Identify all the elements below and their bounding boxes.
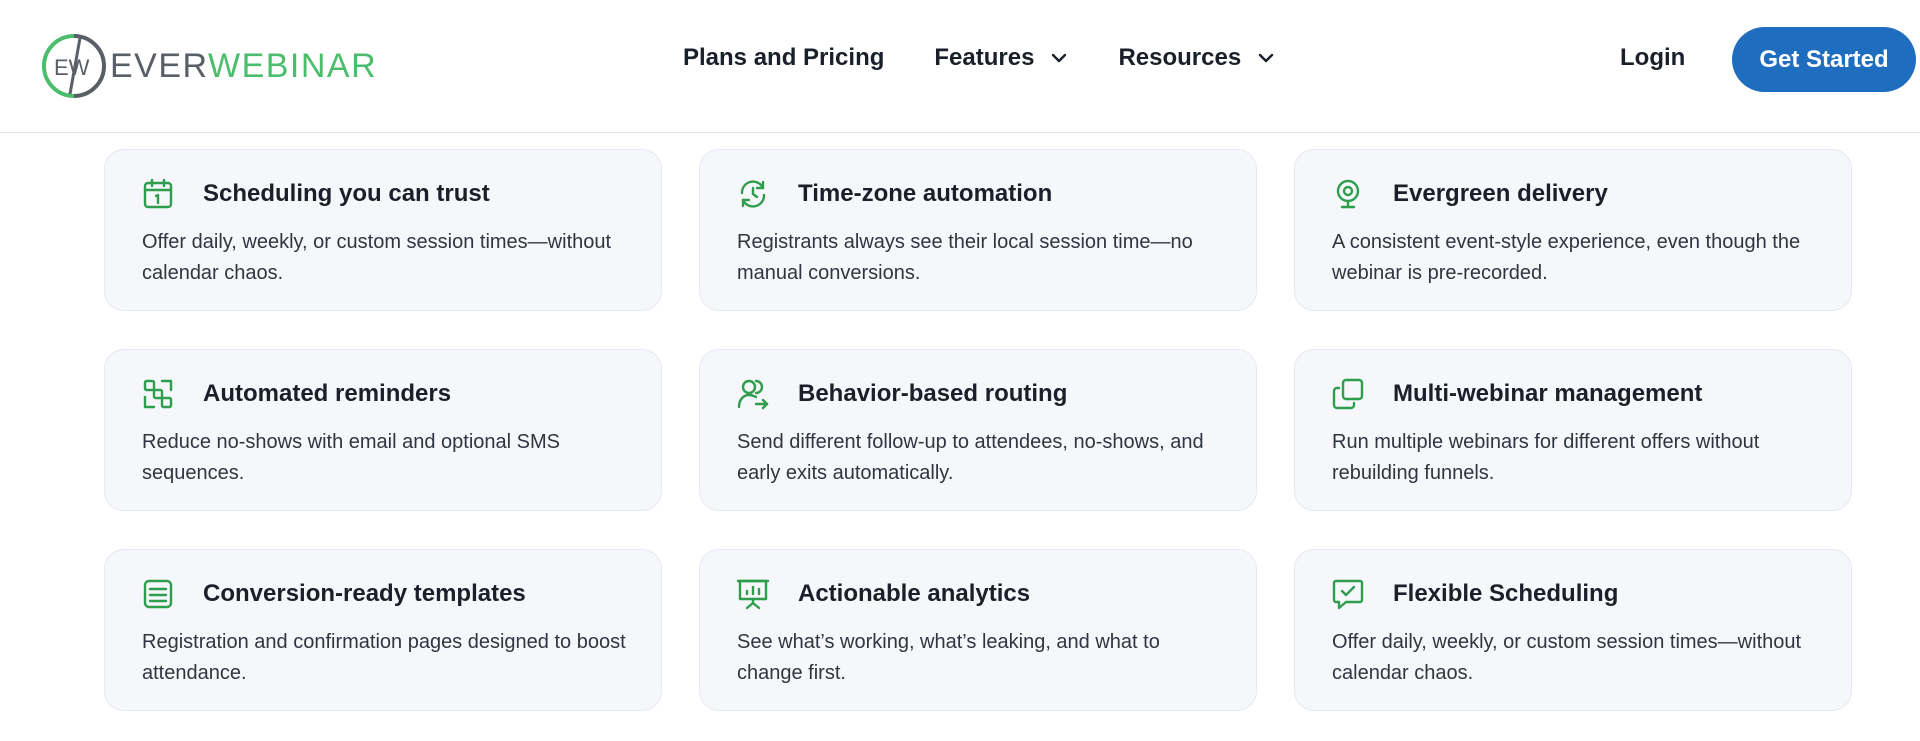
brand-wordmark: EVERWEBINAR: [110, 49, 377, 83]
nav-resources-dropdown[interactable]: Resources: [1118, 44, 1275, 72]
nav-features-label: Features: [934, 44, 1035, 71]
feature-description: Registration and confirmation pages desi…: [142, 631, 626, 684]
template-lines-icon: [141, 577, 175, 611]
feature-description: See what’s working, what’s leaking, and …: [737, 631, 1160, 684]
feature-description: Offer daily, weekly, or custom session t…: [142, 231, 612, 284]
feature-title: Conversion-ready templates: [203, 580, 526, 607]
feature-title: Time-zone automation: [798, 180, 1053, 207]
logo-mark-letter-e: EW: [54, 55, 90, 80]
nav-plans-and-pricing[interactable]: Plans and Pricing: [683, 44, 884, 72]
feature-description: Run multiple webinars for different offe…: [1332, 431, 1760, 484]
feature-description: Reduce no-shows with email and optional …: [142, 431, 560, 484]
feature-card-time-zone: Time-zone automation Registrants always …: [699, 149, 1257, 311]
chevron-down-icon: [1052, 53, 1067, 63]
feature-title: Multi-webinar management: [1393, 380, 1703, 407]
feature-description: Registrants always see their local sessi…: [737, 231, 1193, 284]
feature-card-analytics: Actionable analytics See what’s working,…: [699, 549, 1257, 711]
copy-windows-icon: [1331, 377, 1365, 411]
webcam-icon: [1331, 177, 1365, 211]
feature-card-multi-webinar: Multi-webinar management Run multiple we…: [1294, 349, 1852, 511]
presentation-chart-icon: [736, 577, 770, 611]
feature-title: Actionable analytics: [798, 580, 1031, 607]
feature-title: Automated reminders: [203, 380, 452, 407]
feature-card-scheduling: Scheduling you can trust Offer daily, we…: [104, 149, 662, 311]
get-started-button[interactable]: Get Started: [1732, 27, 1916, 92]
user-route-icon: [736, 377, 770, 411]
feature-title: Behavior-based routing: [798, 380, 1068, 407]
feature-card-routing: Behavior-based routing Send different fo…: [699, 349, 1257, 511]
main-nav: Plans and Pricing Features Resources: [683, 40, 1275, 76]
feature-title: Scheduling you can trust: [203, 180, 490, 207]
brand-logo[interactable]: EW EVERWEBINAR: [40, 32, 377, 100]
nav-features-dropdown[interactable]: Features: [934, 44, 1068, 72]
feature-card-reminders: Automated reminders Reduce no-shows with…: [104, 349, 662, 511]
chat-check-icon: [1331, 577, 1365, 611]
clock-refresh-icon: [736, 177, 770, 211]
scan-reminder-icon: [141, 377, 175, 411]
feature-card-flexible-scheduling: Flexible Scheduling Offer daily, weekly,…: [1294, 549, 1852, 711]
nav-plans-and-pricing-label: Plans and Pricing: [683, 44, 885, 71]
feature-description: A consistent event-style experience, eve…: [1332, 231, 1801, 284]
site-header: EW EVERWEBINAR Plans and Pricing Feature…: [0, 0, 1920, 133]
feature-description: Offer daily, weekly, or custom session t…: [1332, 631, 1802, 684]
feature-card-templates: Conversion-ready templates Registration …: [104, 549, 662, 711]
feature-card-evergreen: Evergreen delivery A consistent event-st…: [1294, 149, 1852, 311]
login-link[interactable]: Login: [1620, 40, 1685, 76]
brand-name-webinar: WEBINAR: [207, 47, 378, 85]
nav-resources-label: Resources: [1118, 44, 1242, 71]
feature-title: Evergreen delivery: [1393, 180, 1608, 207]
everwebinar-logo-icon: EW: [42, 34, 106, 98]
feature-description: Send different follow-up to attendees, n…: [737, 431, 1204, 484]
brand-name-ever: EVER: [110, 47, 208, 85]
feature-title: Flexible Scheduling: [1393, 580, 1619, 607]
calendar-icon: [141, 177, 175, 211]
chevron-down-icon: [1258, 53, 1274, 63]
